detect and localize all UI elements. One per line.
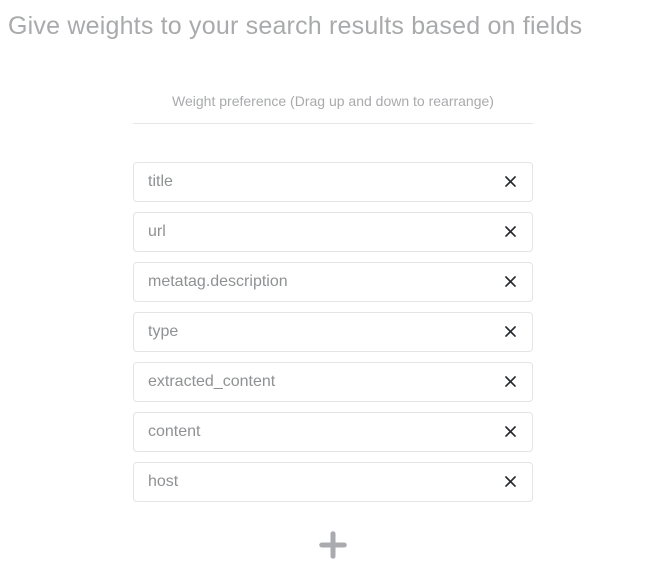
- page-title: Give weights to your search results base…: [8, 10, 658, 43]
- weights-subtitle: Weight preference (Drag up and down to r…: [133, 93, 533, 109]
- close-icon: [503, 474, 518, 489]
- close-icon: [503, 224, 518, 239]
- close-icon: [503, 374, 518, 389]
- field-label: type: [148, 323, 178, 341]
- field-row[interactable]: content: [133, 412, 533, 452]
- field-row[interactable]: host: [133, 462, 533, 502]
- field-row[interactable]: url: [133, 212, 533, 252]
- close-icon: [503, 174, 518, 189]
- field-row[interactable]: title: [133, 162, 533, 202]
- close-icon: [503, 424, 518, 439]
- close-icon: [503, 274, 518, 289]
- field-label: extracted_content: [148, 373, 275, 391]
- field-label: host: [148, 473, 178, 491]
- remove-field-button[interactable]: [503, 374, 518, 389]
- remove-field-button[interactable]: [503, 274, 518, 289]
- field-label: url: [148, 223, 166, 241]
- remove-field-button[interactable]: [503, 224, 518, 239]
- field-list: title url metatag.description type extracted…: [133, 162, 533, 502]
- plus-icon: [318, 530, 348, 560]
- add-field-button[interactable]: [318, 530, 348, 560]
- remove-field-button[interactable]: [503, 174, 518, 189]
- close-icon: [503, 324, 518, 339]
- remove-field-button[interactable]: [503, 424, 518, 439]
- weights-panel: Weight preference (Drag up and down to r…: [133, 93, 533, 560]
- field-label: content: [148, 423, 200, 441]
- field-label: title: [148, 173, 173, 191]
- remove-field-button[interactable]: [503, 474, 518, 489]
- field-row[interactable]: type: [133, 312, 533, 352]
- field-label: metatag.description: [148, 273, 288, 291]
- remove-field-button[interactable]: [503, 324, 518, 339]
- field-row[interactable]: extracted_content: [133, 362, 533, 402]
- field-row[interactable]: metatag.description: [133, 262, 533, 302]
- divider: [133, 123, 533, 124]
